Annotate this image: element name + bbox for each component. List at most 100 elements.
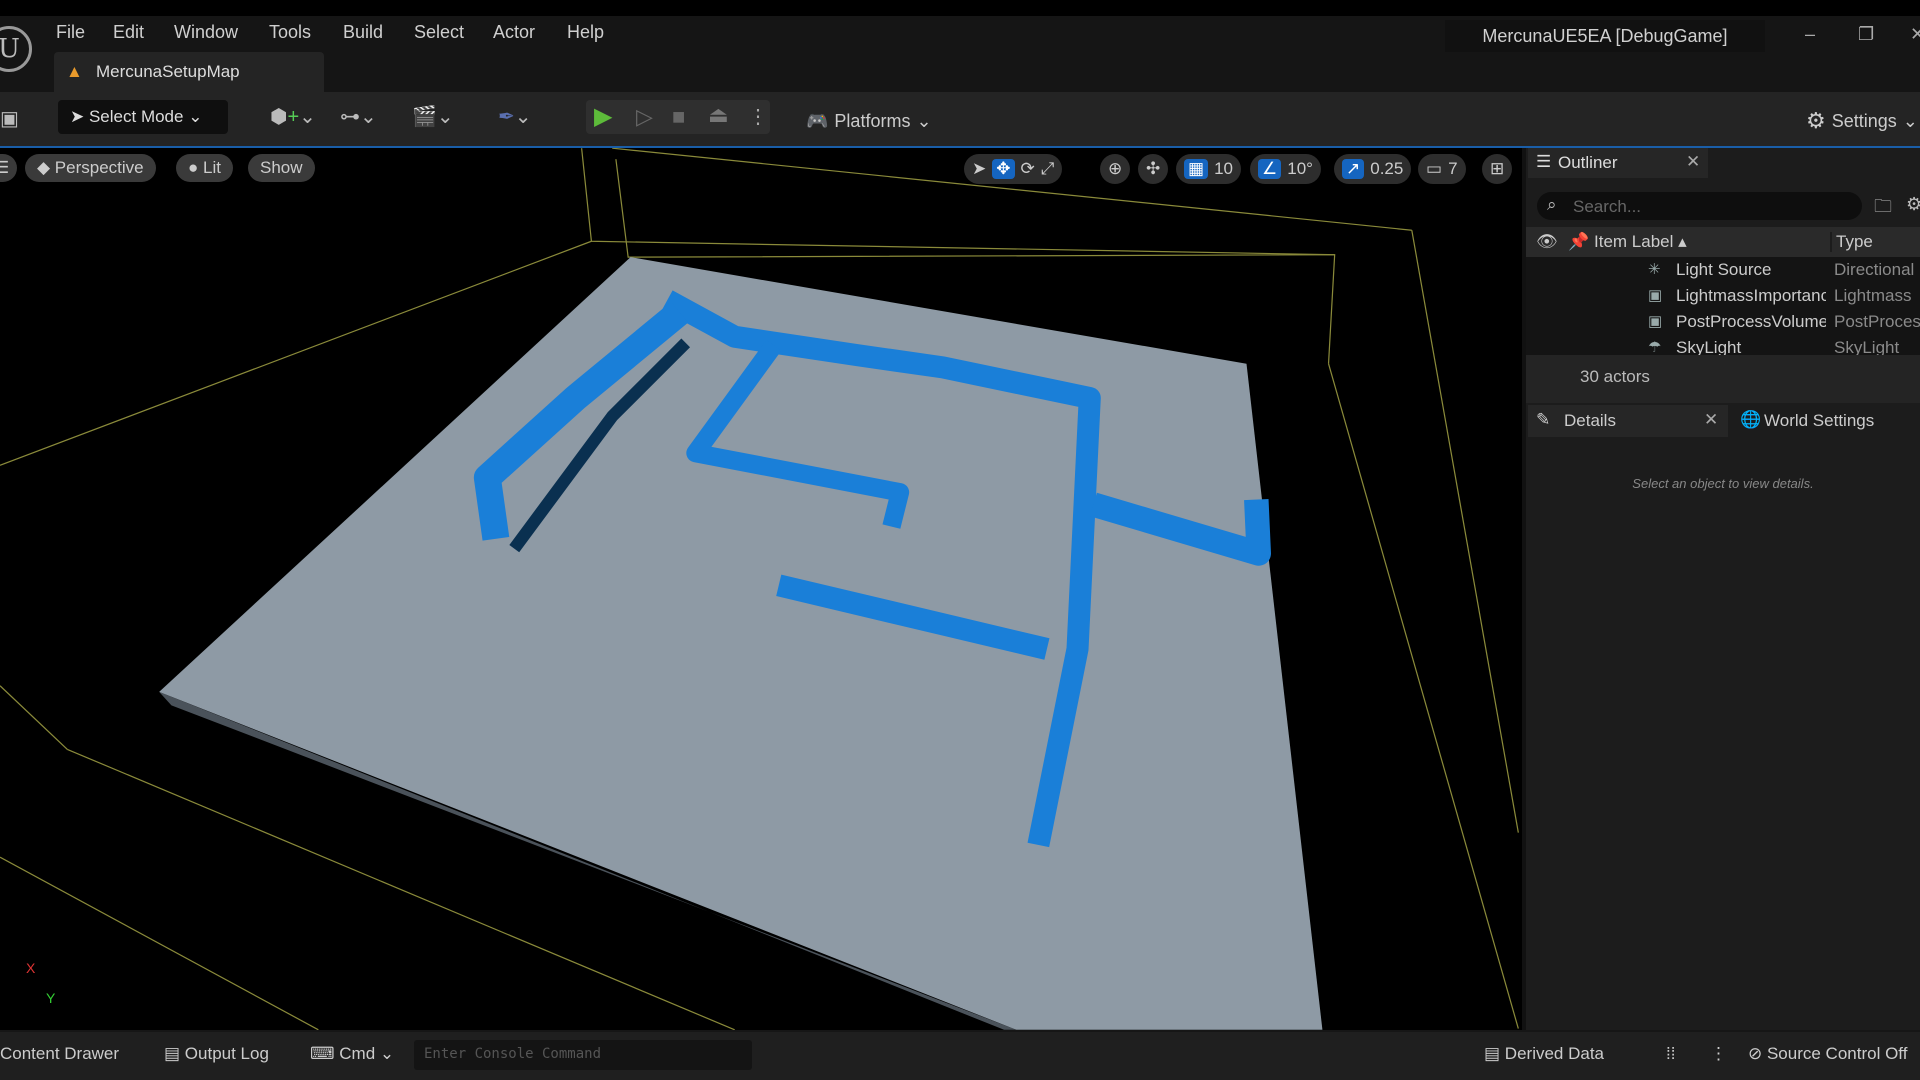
derived-data-label: Derived Data <box>1504 1044 1605 1063</box>
menu-help[interactable]: Help <box>567 22 604 43</box>
scale-snap-toggle[interactable]: ↗ 0.25 <box>1334 154 1412 184</box>
notifications-icon[interactable]: ⁞⁞ <box>1666 1044 1675 1064</box>
stop-icon[interactable]: ■ <box>672 104 685 130</box>
world-local-icon[interactable]: ⊕ <box>1100 154 1131 184</box>
cmd-dropdown[interactable]: ⌨ Cmd ⌄ <box>310 1044 394 1064</box>
more-options-icon[interactable]: ⋮ <box>748 104 768 129</box>
restore-button[interactable]: ❐ <box>1858 24 1874 45</box>
lit-sphere-icon: ● <box>188 158 203 177</box>
lit-label: Lit <box>203 158 221 177</box>
details-tab[interactable]: ✎ Details ✕ <box>1528 405 1728 437</box>
console-command-input[interactable]: Enter Console Command <box>414 1040 752 1070</box>
surface-snap-icon[interactable]: ✣ <box>1138 154 1169 184</box>
source-control-button[interactable]: ⊘ Source Control Off <box>1748 1044 1907 1064</box>
settings-dropdown[interactable]: ⚙ Settings ⌄ <box>1806 104 1918 138</box>
outliner-row[interactable]: ▣ LightmassImportance Lightmass <box>1526 283 1920 309</box>
app-title: MercunaUE5EA [DebugGame] <box>1445 20 1765 52</box>
cinematics-icon[interactable]: 🎬⌄ <box>412 104 454 129</box>
actor-count: 30 actors <box>1526 355 1920 403</box>
cmd-label: Cmd <box>339 1044 376 1063</box>
save-icon[interactable]: ▣ <box>0 106 19 131</box>
column-item-label[interactable]: Item Label ▴ <box>1594 232 1687 252</box>
details-pencil-icon: ✎ <box>1536 410 1551 429</box>
axis-x-label: X <box>26 960 36 976</box>
volume-icon: ▣ <box>1648 313 1663 330</box>
outliner-close-icon[interactable]: ✕ <box>1686 152 1700 172</box>
add-actor-icon[interactable]: ⬢+⌄ <box>270 104 316 129</box>
menu-build[interactable]: Build <box>343 22 383 43</box>
volume-icon: ▣ <box>1648 287 1663 304</box>
move-tool-icon[interactable]: ✥ <box>992 159 1015 179</box>
show-button[interactable]: Show <box>248 154 315 182</box>
menu-file[interactable]: File <box>56 22 85 43</box>
outliner-row[interactable]: ✳ Light Source Directional <box>1526 257 1920 283</box>
menu-select[interactable]: Select <box>414 22 464 43</box>
menu-window[interactable]: Window <box>174 22 238 43</box>
lit-button[interactable]: ● Lit <box>176 154 233 182</box>
menu-edit[interactable]: Edit <box>113 22 144 43</box>
minimize-button[interactable]: – <box>1805 24 1815 45</box>
play-icon[interactable]: ▶ <box>594 102 612 131</box>
skylight-icon: ☂ <box>1648 339 1662 356</box>
details-close-icon[interactable]: ✕ <box>1704 410 1718 430</box>
settings-label: Settings <box>1831 110 1897 131</box>
map-tab[interactable]: ▲ MercunaSetupMap <box>54 52 324 92</box>
derived-data-icon: ▤ <box>1484 1044 1505 1063</box>
status-bar <box>0 1030 1920 1080</box>
camera-speed-value: 7 <box>1448 159 1458 178</box>
grid-snap-toggle[interactable]: ▦ 10 <box>1176 154 1241 184</box>
details-empty-hint: Select an object to view details. <box>1632 476 1814 491</box>
source-control-label: Source Control Off <box>1766 1044 1908 1063</box>
visibility-eye-icon[interactable]: 👁 <box>1536 232 1558 252</box>
menu-tools[interactable]: Tools <box>269 22 311 43</box>
content-drawer-button[interactable]: Content Drawer <box>0 1044 119 1064</box>
status-more-icon[interactable]: ⋮ <box>1710 1044 1727 1064</box>
world-settings-tab[interactable]: 🌐 World Settings <box>1740 405 1920 437</box>
column-type[interactable]: Type <box>1830 232 1873 252</box>
advance-frame-icon[interactable]: ▷ <box>636 104 653 130</box>
angle-icon: ∠ <box>1258 159 1282 179</box>
row-label: PostProcessVolume <box>1676 312 1826 331</box>
layout-icon[interactable]: ⊞ <box>1482 154 1513 184</box>
eject-icon[interactable]: ⏏ <box>708 102 729 128</box>
perspective-label: Perspective <box>54 158 144 177</box>
select-tool-icon[interactable]: ➤ <box>972 159 986 179</box>
blueprint-icon[interactable]: ⊶⌄ <box>340 104 377 129</box>
platforms-icon: 🎮 <box>806 110 829 131</box>
rotate-tool-icon[interactable]: ⟳ <box>1021 159 1035 179</box>
scale-tool-icon[interactable]: ⤢ <box>1041 159 1055 179</box>
outliner-settings-icon[interactable]: ⚙ <box>1906 194 1920 215</box>
select-mode-dropdown[interactable]: ➤ Select Mode ⌄ <box>58 100 228 134</box>
top-strip <box>0 0 1920 16</box>
grid-snap-value: 10 <box>1214 159 1233 178</box>
globe-icon: 🌐 <box>1740 410 1762 429</box>
close-button[interactable]: ✕ <box>1910 24 1920 45</box>
modeling-feather-icon[interactable]: ✒⌄ <box>498 104 532 129</box>
outliner-column-header: 👁 📌 Item Label ▴ Type <box>1526 227 1920 257</box>
level-icon: ▲ <box>66 62 83 81</box>
pin-icon[interactable]: 📌 <box>1568 232 1589 252</box>
add-folder-icon[interactable]: 🗀 <box>1874 194 1892 224</box>
platforms-dropdown[interactable]: 🎮 Platforms ⌄ <box>806 104 932 138</box>
transform-tools: ➤ ✥ ⟳ ⤢ <box>964 154 1063 184</box>
log-icon: ▤ <box>164 1044 185 1063</box>
row-label: Light Source <box>1676 260 1772 279</box>
menu-actor[interactable]: Actor <box>493 22 535 43</box>
output-log-button[interactable]: ▤ Output Log <box>164 1044 269 1064</box>
rotation-snap-toggle[interactable]: ∠ 10° <box>1250 154 1321 184</box>
camera-icon: ▭ <box>1426 159 1443 178</box>
level-viewport[interactable] <box>0 147 1522 1031</box>
details-title: Details <box>1564 411 1616 430</box>
camera-speed-button[interactable]: ▭ 7 <box>1418 154 1466 184</box>
outliner-title: Outliner <box>1558 153 1618 172</box>
search-icon: ⌕ <box>1547 195 1557 214</box>
outliner-icon: ☰ <box>1536 152 1552 171</box>
perspective-button[interactable]: ◆ Perspective <box>25 154 156 182</box>
platforms-label: Platforms <box>834 110 911 131</box>
derived-data-button[interactable]: ▤ Derived Data <box>1484 1044 1604 1064</box>
outliner-search-input[interactable]: ⌕ Search... <box>1537 192 1862 220</box>
axis-y-label: Y <box>46 990 56 1006</box>
outliner-tab[interactable]: ☰ Outliner ✕ <box>1528 148 1708 178</box>
source-control-off-icon: ⊘ <box>1748 1044 1767 1063</box>
outliner-row[interactable]: ▣ PostProcessVolume PostProcess <box>1526 309 1920 335</box>
